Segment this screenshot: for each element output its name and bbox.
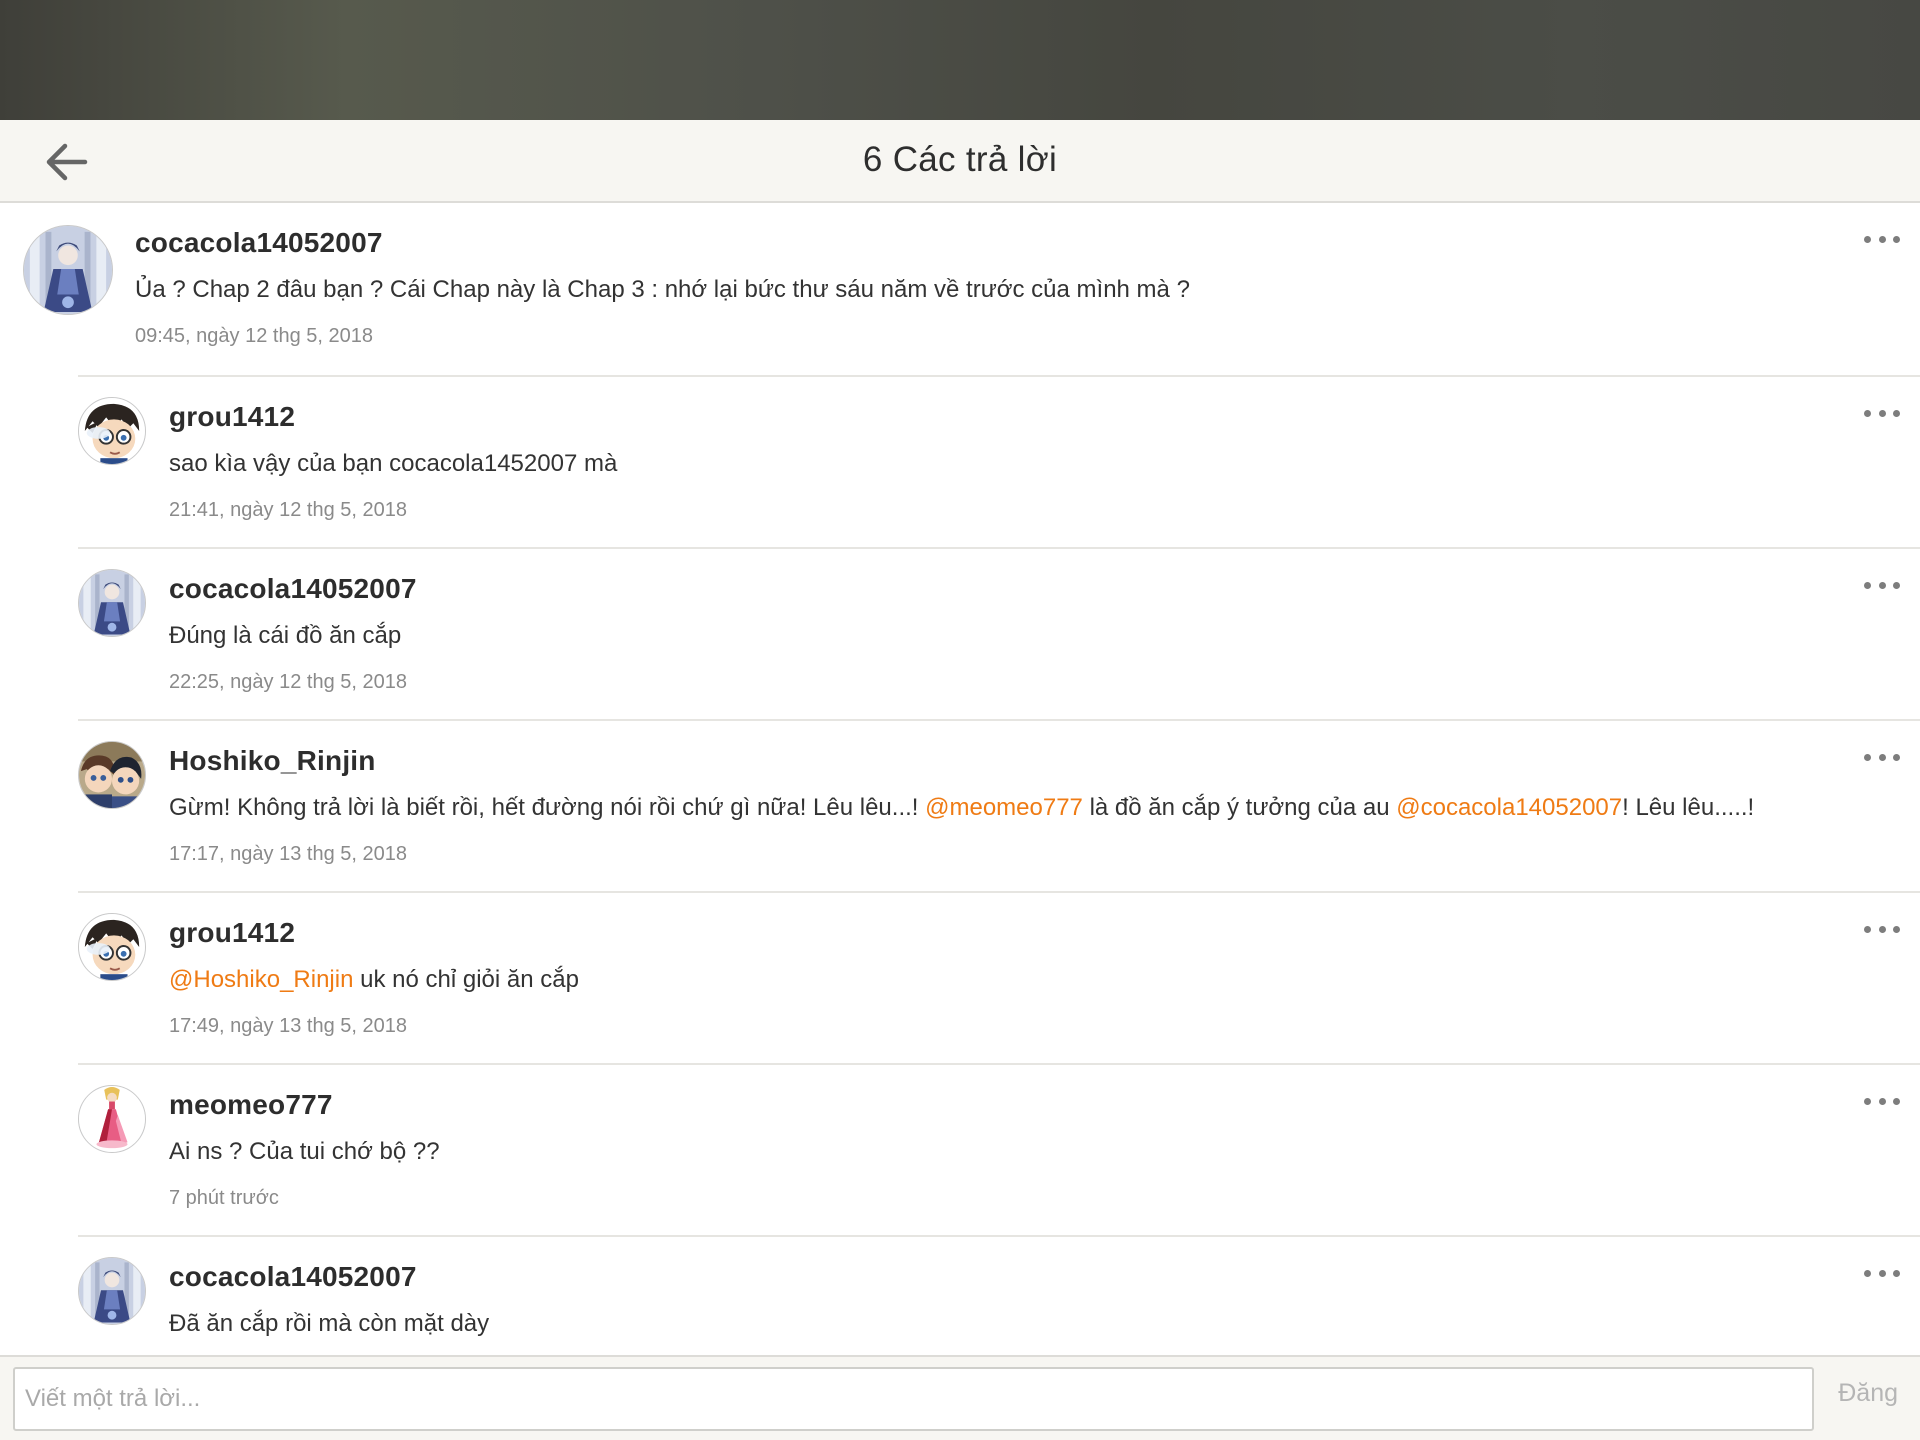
comment-reply: cocacola14052007 Đã ăn cắp rồi mà còn mặ… <box>78 1235 1920 1355</box>
more-dots-icon <box>1864 235 1871 243</box>
mention-link[interactable]: @cocacola14052007 <box>1396 794 1622 821</box>
comment-text: Gừm! Không trả lời là biết rồi, hết đườn… <box>169 794 1754 822</box>
comment-timestamp: 17:17, ngày 13 thg 5, 2018 <box>169 843 407 865</box>
more-dots-icon <box>1864 1097 1871 1105</box>
comment-reply: meomeo777 Ai ns ? Của tui chớ bộ ?? 7 ph… <box>78 1063 1920 1235</box>
more-dots-icon <box>1864 1269 1871 1277</box>
avatar[interactable] <box>23 225 113 315</box>
comment-username[interactable]: cocacola14052007 <box>169 1261 417 1293</box>
reply-input[interactable] <box>13 1367 1814 1431</box>
comment-username[interactable]: meomeo777 <box>169 1089 333 1121</box>
reply-composer: Đăng <box>0 1355 1920 1440</box>
more-dots-icon <box>1864 925 1871 933</box>
comment-reply: grou1412 sao kìa vậy của bạn cocacola145… <box>78 375 1920 547</box>
more-options-button[interactable] <box>1864 919 1900 939</box>
more-dots-icon <box>1878 409 1886 417</box>
more-dots-icon <box>1893 1269 1900 1277</box>
comment-timestamp: 22:25, ngày 12 thg 5, 2018 <box>169 671 407 693</box>
comment-timestamp: 17:49, ngày 13 thg 5, 2018 <box>169 1015 407 1037</box>
mention-link[interactable]: @meomeo777 <box>925 794 1083 821</box>
more-options-button[interactable] <box>1864 1263 1900 1283</box>
avatar[interactable] <box>78 397 146 465</box>
comment-text-part: uk nó chỉ giỏi ăn cắp <box>353 966 579 993</box>
more-dots-icon <box>1893 753 1900 761</box>
comment-timestamp: 21:41, ngày 12 thg 5, 2018 <box>169 499 407 521</box>
avatar[interactable] <box>78 1257 146 1325</box>
comment-text: sao kìa vậy của bạn cocacola1452007 mà <box>169 450 617 478</box>
comment-text-part: sao kìa vậy của bạn cocacola1452007 mà <box>169 450 618 477</box>
more-options-button[interactable] <box>1864 575 1900 595</box>
avatar[interactable] <box>78 741 146 809</box>
more-dots-icon <box>1864 753 1871 761</box>
avatar-character-blue-icon <box>79 1258 145 1324</box>
comment-text: Đúng là cái đồ ăn cắp <box>169 622 401 650</box>
comment-text: Ủa ? Chap 2 đâu bạn ? Cái Chap này là Ch… <box>135 276 1190 304</box>
comment-list[interactable]: cocacola14052007 Ủa ? Chap 2 đâu bạn ? C… <box>0 203 1920 1355</box>
comment-text: Ai ns ? Của tui chớ bộ ?? <box>169 1138 440 1166</box>
comment-root: cocacola14052007 Ủa ? Chap 2 đâu bạn ? C… <box>0 203 1920 375</box>
more-dots-icon <box>1878 1269 1886 1277</box>
comment-text: Đã ăn cắp rồi mà còn mặt dày <box>169 1310 489 1338</box>
comment-text-part: ! Lêu lêu.....! <box>1622 794 1755 821</box>
avatar-anime-boy-glasses-icon <box>79 398 145 464</box>
comment-text-part: là đồ ăn cắp ý tưởng của au <box>1082 794 1397 821</box>
replies-header: 6 Các trả lời <box>0 120 1920 203</box>
comment-timestamp: 7 phút trước <box>169 1187 279 1209</box>
comment-text-part: Gừm! Không trả lời là biết rồi, hết đườn… <box>169 794 926 821</box>
more-dots-icon <box>1864 409 1871 417</box>
more-options-button[interactable] <box>1864 747 1900 767</box>
more-dots-icon <box>1878 581 1886 589</box>
avatar-character-blue-icon <box>79 570 145 636</box>
more-dots-icon <box>1878 1097 1886 1105</box>
more-dots-icon <box>1893 235 1900 243</box>
comment-username[interactable]: cocacola14052007 <box>135 227 383 259</box>
avatar-character-blue-icon <box>24 226 112 314</box>
avatar[interactable] <box>78 1085 146 1153</box>
more-dots-icon <box>1878 235 1886 243</box>
background-cover-strip <box>0 0 1920 120</box>
comment-timestamp: 09:45, ngày 12 thg 5, 2018 <box>135 325 373 347</box>
more-dots-icon <box>1893 925 1900 933</box>
post-button[interactable]: Đăng <box>1838 1379 1898 1408</box>
comment-username[interactable]: Hoshiko_Rinjin <box>169 745 376 777</box>
avatar-anime-couple-icon <box>79 742 145 808</box>
comment-text: @Hoshiko_Rinjin uk nó chỉ giỏi ăn cắp <box>169 966 579 994</box>
avatar[interactable] <box>78 569 146 637</box>
comment-username[interactable]: grou1412 <box>169 917 295 949</box>
comment-text-part: Đã ăn cắp rồi mà còn mặt dày <box>169 1310 490 1337</box>
more-options-button[interactable] <box>1864 229 1900 249</box>
more-options-button[interactable] <box>1864 403 1900 423</box>
more-dots-icon <box>1878 925 1886 933</box>
comment-text-part: Đúng là cái đồ ăn cắp <box>169 622 402 649</box>
more-options-button[interactable] <box>1864 1091 1900 1111</box>
more-dots-icon <box>1893 581 1900 589</box>
comment-username[interactable]: grou1412 <box>169 401 295 433</box>
more-dots-icon <box>1864 581 1871 589</box>
mention-link[interactable]: @Hoshiko_Rinjin <box>169 966 353 993</box>
comment-reply: Hoshiko_Rinjin Gừm! Không trả lời là biế… <box>78 719 1920 891</box>
more-dots-icon <box>1878 753 1886 761</box>
comment-reply: cocacola14052007 Đúng là cái đồ ăn cắp 2… <box>78 547 1920 719</box>
page-title: 6 Các trả lời <box>862 140 1058 179</box>
avatar-princess-pink-dress-icon <box>79 1086 145 1152</box>
more-dots-icon <box>1893 409 1900 417</box>
comment-text-part: Ủa ? Chap 2 đâu bạn ? Cái Chap này là Ch… <box>135 276 1190 303</box>
comment-reply: grou1412 @Hoshiko_Rinjin uk nó chỉ giỏi … <box>78 891 1920 1063</box>
comment-text-part: Ai ns ? Của tui chớ bộ ?? <box>169 1138 440 1165</box>
avatar-anime-boy-glasses-icon <box>79 914 145 980</box>
comment-username[interactable]: cocacola14052007 <box>169 573 417 605</box>
avatar[interactable] <box>78 913 146 981</box>
more-dots-icon <box>1893 1097 1900 1105</box>
